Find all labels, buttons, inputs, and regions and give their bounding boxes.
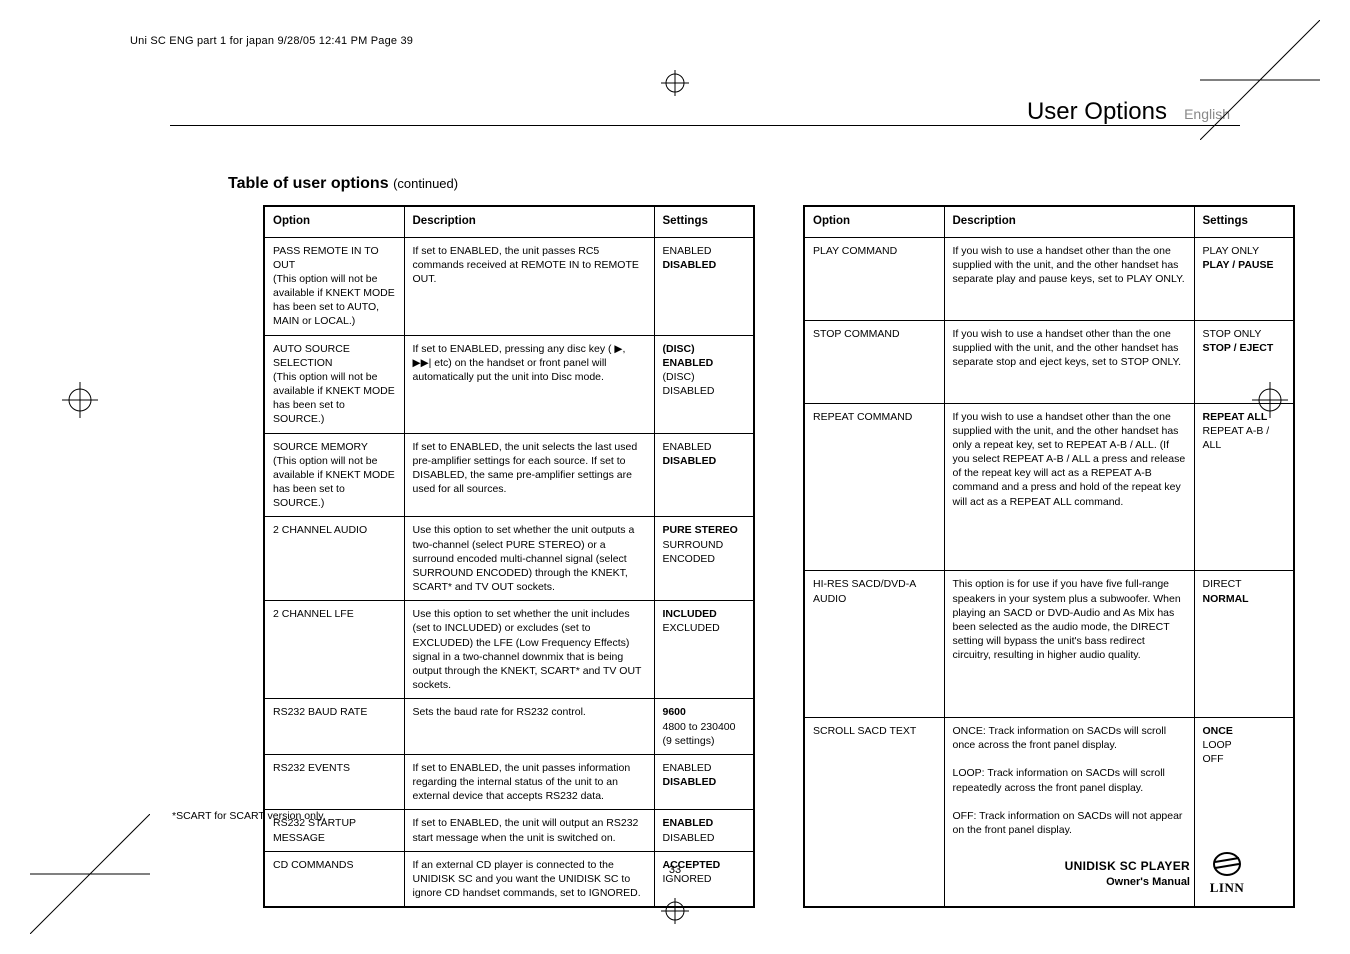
cell-settings: ENABLEDDISABLED (654, 237, 754, 335)
th-settings: Settings (1194, 206, 1294, 237)
table-row: SOURCE MEMORY (This option will not be a… (264, 433, 754, 517)
table-row: REPEAT COMMANDIf you wish to use a hands… (804, 403, 1294, 571)
cell-settings: DIRECTNORMAL (1194, 571, 1294, 718)
cell-description: If you wish to use a handset other than … (944, 403, 1194, 571)
cell-option: PASS REMOTE IN TO OUT (This option will … (264, 237, 404, 335)
table-row: RS232 EVENTSIf set to ENABLED, the unit … (264, 754, 754, 810)
cell-description: Use this option to set whether the unit … (404, 517, 654, 601)
table-row: 2 CHANNEL AUDIOUse this option to set wh… (264, 517, 754, 601)
header-title: User Options (1027, 98, 1167, 126)
crop-mark-bottom (657, 898, 693, 924)
cell-description: If set to ENABLED, the unit passes infor… (404, 754, 654, 810)
cell-settings: ENABLEDDISABLED (654, 433, 754, 517)
cell-settings: (DISC) ENABLED(DISC) DISABLED (654, 335, 754, 433)
cell-option: CD COMMANDS (264, 851, 404, 907)
brand-logo: LINN (1204, 851, 1250, 896)
cell-option: RS232 EVENTS (264, 754, 404, 810)
footnote: *SCART for SCART version only. (172, 810, 326, 822)
table-header-row: Option Description Settings (804, 206, 1294, 237)
product-name: UNIDISK SC PLAYER (1065, 859, 1190, 875)
section-continued: (continued) (393, 176, 458, 191)
cell-settings: ENABLEDDISABLED (654, 810, 754, 851)
table-row: RS232 BAUD RATESets the baud rate for RS… (264, 699, 754, 755)
cell-option: 2 CHANNEL AUDIO (264, 517, 404, 601)
cell-description: If set to ENABLED, the unit will output … (404, 810, 654, 851)
cell-description: This option is for use if you have five … (944, 571, 1194, 718)
cell-settings: STOP ONLYSTOP / EJECT (1194, 320, 1294, 403)
fold-corner-right (1200, 20, 1320, 140)
cell-settings: 96004800 to 230400(9 settings) (654, 699, 754, 755)
table-row: PLAY COMMANDIf you wish to use a handset… (804, 237, 1294, 320)
cell-option: RS232 BAUD RATE (264, 699, 404, 755)
cell-option: REPEAT COMMAND (804, 403, 944, 571)
cell-settings: ENABLEDDISABLED (654, 754, 754, 810)
th-description: Description (404, 206, 654, 237)
table-row: STOP COMMANDIf you wish to use a handset… (804, 320, 1294, 403)
crop-mark-top (657, 70, 693, 96)
table-row: PASS REMOTE IN TO OUT (This option will … (264, 237, 754, 335)
table-header-row: Option Description Settings (264, 206, 754, 237)
cell-settings: REPEAT ALLREPEAT A-B / ALL (1194, 403, 1294, 571)
cell-option: PLAY COMMAND (804, 237, 944, 320)
cell-description: If set to ENABLED, the unit passes RC5 c… (404, 237, 654, 335)
section-title: Table of user options (continued) (228, 175, 458, 193)
cell-option: AUTO SOURCE SELECTION (This option will … (264, 335, 404, 433)
cell-description: Sets the baud rate for RS232 control. (404, 699, 654, 755)
table-row: 2 CHANNEL LFEUse this option to set whet… (264, 601, 754, 699)
cell-description: If an external CD player is connected to… (404, 851, 654, 907)
cell-settings: PURE STEREOSURROUND ENCODED (654, 517, 754, 601)
th-settings: Settings (654, 206, 754, 237)
header-rule (170, 125, 1240, 126)
section-title-text: Table of user options (228, 175, 389, 192)
th-description: Description (944, 206, 1194, 237)
brand-name: LINN (1204, 880, 1250, 896)
table-row: RS232 STARTUP MESSAGEIf set to ENABLED, … (264, 810, 754, 851)
th-option: Option (804, 206, 944, 237)
cell-description: If you wish to use a handset other than … (944, 237, 1194, 320)
cell-description: If you wish to use a handset other than … (944, 320, 1194, 403)
cell-settings: PLAY ONLYPLAY / PAUSE (1194, 237, 1294, 320)
cell-option: SCROLL SACD TEXT (804, 717, 944, 907)
manual-subtitle: Owner's Manual (1065, 875, 1190, 889)
cell-description: Use this option to set whether the unit … (404, 601, 654, 699)
crop-mark-left (50, 370, 110, 430)
cell-description: If set to ENABLED, pressing any disc key… (404, 335, 654, 433)
page-number: 33 (669, 864, 681, 876)
th-option: Option (264, 206, 404, 237)
options-table-right: Option Description Settings PLAY COMMAND… (803, 205, 1295, 908)
cell-settings: INCLUDEDEXCLUDED (654, 601, 754, 699)
fold-corner-left (30, 814, 150, 934)
table-row: HI-RES SACD/DVD-A AUDIOThis option is fo… (804, 571, 1294, 718)
cell-option: 2 CHANNEL LFE (264, 601, 404, 699)
cell-option: SOURCE MEMORY (This option will not be a… (264, 433, 404, 517)
cell-option: HI-RES SACD/DVD-A AUDIO (804, 571, 944, 718)
options-table-left: Option Description Settings PASS REMOTE … (263, 205, 755, 908)
print-slug: Uni SC ENG part 1 for japan 9/28/05 12:4… (130, 35, 413, 47)
cell-option: STOP COMMAND (804, 320, 944, 403)
cell-description: If set to ENABLED, the unit selects the … (404, 433, 654, 517)
footer-product: UNIDISK SC PLAYER Owner's Manual (1065, 859, 1190, 889)
table-row: AUTO SOURCE SELECTION (This option will … (264, 335, 754, 433)
